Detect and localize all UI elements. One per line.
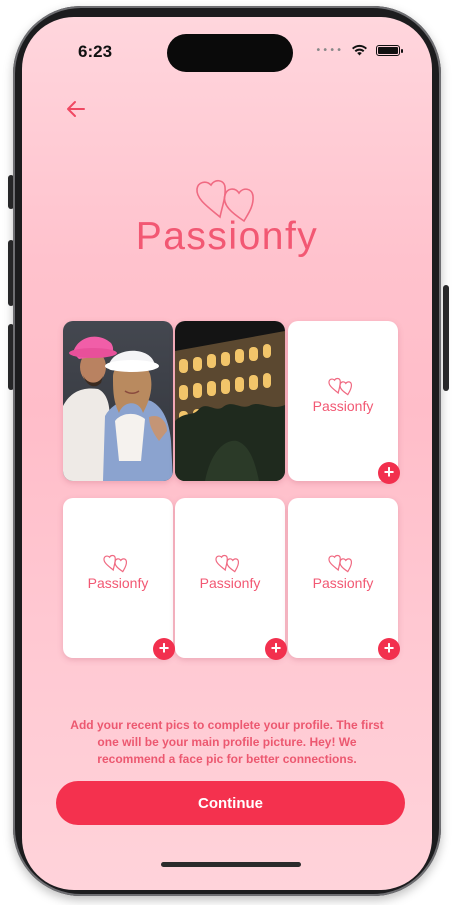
couple-photo: [63, 321, 173, 481]
photo-hint-text: Add your recent pics to complete your pr…: [70, 718, 384, 766]
add-photo-4-button[interactable]: +: [153, 638, 175, 660]
continue-button[interactable]: Continue: [56, 781, 405, 825]
wifi-icon: [352, 44, 367, 56]
add-photo-3-button[interactable]: +: [378, 462, 400, 484]
placeholder-brand: Passionfy: [199, 575, 261, 591]
placeholder-hearts-icon: [215, 554, 240, 573]
home-indicator[interactable]: [161, 862, 301, 867]
photo-slot-6[interactable]: Passionfy: [288, 498, 398, 658]
colosseum-photo: [175, 321, 285, 481]
placeholder-hearts-icon: [328, 377, 353, 396]
battery-icon: [376, 44, 403, 56]
cellular-icon: ••••: [315, 44, 343, 56]
placeholder-hearts-icon: [328, 554, 353, 573]
add-photo-6-button[interactable]: +: [378, 638, 400, 660]
side-button-power: [443, 285, 449, 391]
app-screen: 6:23 •••• Passionfy Passionfy Passionfy …: [22, 17, 432, 890]
placeholder-brand: Passionfy: [312, 398, 374, 414]
placeholder-hearts-icon: [103, 554, 128, 573]
photo-slot-2[interactable]: [175, 321, 285, 481]
add-photo-5-button[interactable]: +: [265, 638, 287, 660]
arrow-left-icon[interactable]: [64, 97, 88, 121]
photo-slot-4[interactable]: Passionfy: [63, 498, 173, 658]
dynamic-island: [167, 34, 293, 72]
photo-slot-5[interactable]: Passionfy: [175, 498, 285, 658]
photo-slot-3[interactable]: Passionfy: [288, 321, 398, 481]
photo-slot-1[interactable]: [63, 321, 173, 481]
status-icons: ••••: [315, 44, 403, 56]
brand-title: Passionfy: [135, 215, 319, 258]
status-time: 6:23: [78, 42, 113, 61]
placeholder-brand: Passionfy: [312, 575, 374, 591]
placeholder-brand: Passionfy: [87, 575, 149, 591]
